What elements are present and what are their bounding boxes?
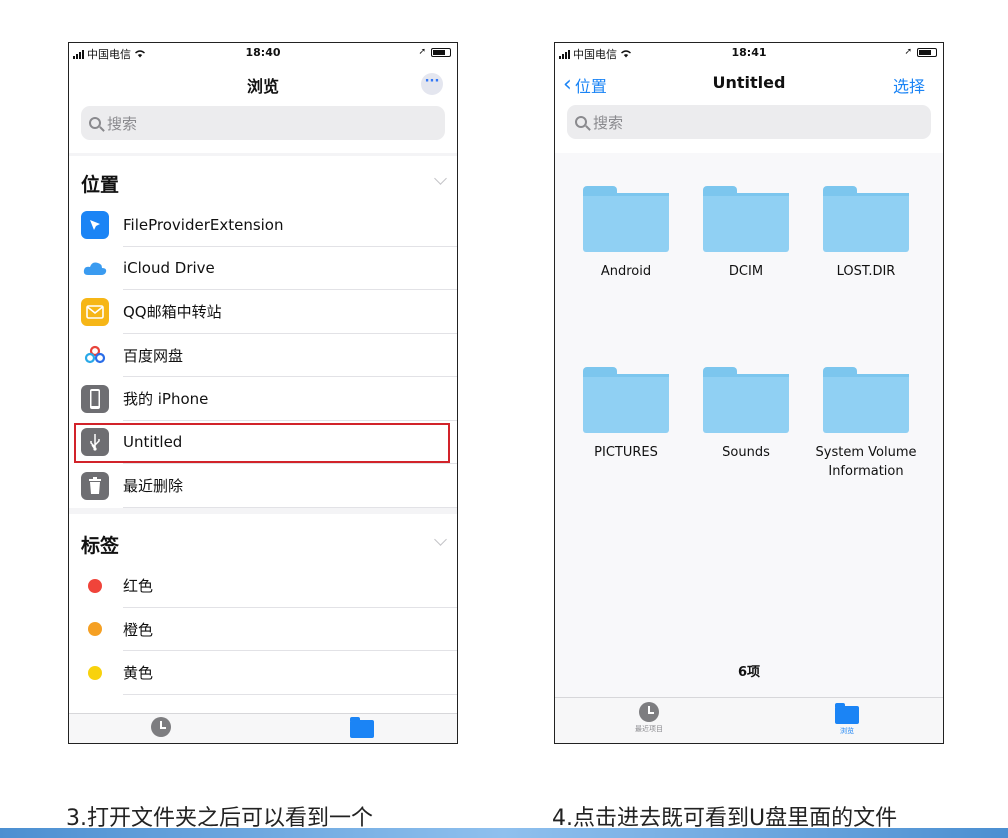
folder-item-lost-dir[interactable]: LOST.DIR <box>811 186 921 281</box>
location-label: 我的 iPhone <box>123 390 209 409</box>
tab-browse[interactable] <box>332 717 392 738</box>
folder-icon <box>703 186 789 252</box>
select-button[interactable]: 选择 <box>893 73 925 97</box>
tag-item-yellow[interactable]: 黄色 <box>69 651 457 695</box>
search-input[interactable]: 搜索 <box>567 105 931 139</box>
tag-label: 红色 <box>123 577 154 596</box>
trash-icon <box>81 471 109 500</box>
folder-name: DCIM <box>728 264 764 279</box>
tab-label: 最近项目 <box>635 725 663 733</box>
tab-label: 浏览 <box>840 727 854 735</box>
tab-browse[interactable]: 浏览 <box>817 703 877 736</box>
divider <box>69 153 457 156</box>
folder-item-dcim[interactable]: DCIM <box>691 186 801 281</box>
battery-icon <box>431 47 451 57</box>
phone-screen-browse: 中国电信 18:40 ➚ 浏览 ··· 搜索 位置 FileProviderEx… <box>68 42 458 744</box>
divider <box>69 508 457 514</box>
page-title: 浏览 <box>246 77 279 96</box>
mail-icon <box>81 297 109 326</box>
search-placeholder: 搜索 <box>107 114 138 133</box>
navigation-bar: 浏览 ··· <box>69 67 457 103</box>
status-time: 18:41 <box>731 46 767 59</box>
more-options-button[interactable]: ··· <box>421 73 443 95</box>
folder-icon <box>583 367 669 433</box>
location-arrow-icon: ➚ <box>904 47 912 57</box>
section-title: 位置 <box>81 174 120 196</box>
folder-name: System Volume Information <box>815 445 917 479</box>
tag-color-dot <box>88 578 102 593</box>
folder-icon <box>350 717 374 738</box>
battery-icon <box>917 47 937 57</box>
tag-color-dot <box>88 622 102 637</box>
location-label: QQ邮箱中转站 <box>123 303 222 322</box>
locations-section-header[interactable]: 位置 <box>81 170 447 197</box>
status-time: 18:40 <box>245 46 281 59</box>
status-bar: 中国电信 18:40 ➚ <box>69 43 457 63</box>
folder-icon <box>583 186 669 252</box>
folder-item-pictures[interactable]: PICTURES <box>571 367 681 462</box>
tag-label: 橙色 <box>123 620 154 639</box>
chevron-down-icon[interactable] <box>434 172 447 185</box>
folder-icon <box>823 186 909 252</box>
section-title: 标签 <box>81 535 120 557</box>
tags-list: 红色 橙色 黄色 <box>69 564 457 695</box>
tag-label: 黄色 <box>123 664 154 683</box>
folder-icon <box>835 703 859 724</box>
chevron-down-icon[interactable] <box>434 533 447 546</box>
tag-item-red[interactable]: 红色 <box>69 564 457 608</box>
location-arrow-icon: ➚ <box>418 47 426 57</box>
folder-item-android[interactable]: Android <box>571 186 681 281</box>
baidu-netdisk-icon <box>81 341 109 369</box>
folder-icon <box>703 367 789 433</box>
search-icon <box>89 117 101 129</box>
tags-section-header[interactable]: 标签 <box>81 531 447 558</box>
folder-icon <box>823 367 909 433</box>
status-bar: 中国电信 18:41 ➚ <box>555 43 943 63</box>
folder-item-sounds[interactable]: Sounds <box>691 367 801 462</box>
search-icon <box>575 116 587 128</box>
location-item-icloud[interactable]: iCloud Drive <box>69 247 457 291</box>
page-title: Untitled <box>712 73 786 92</box>
folder-name: LOST.DIR <box>836 264 896 279</box>
tab-bar: 最近项目 浏览 <box>555 697 943 743</box>
clock-icon <box>639 702 659 722</box>
clock-icon <box>151 717 171 737</box>
folder-name: Sounds <box>722 445 770 460</box>
location-item-recently-deleted[interactable]: 最近删除 <box>69 464 457 508</box>
phone-screen-untitled: 中国电信 18:41 ➚ ‹ 位置 Untitled 选择 搜索 Android… <box>554 42 944 744</box>
navigation-bar: ‹ 位置 Untitled 选择 <box>555 67 943 103</box>
tab-recents[interactable]: 最近项目 <box>619 702 679 734</box>
location-label: FileProviderExtension <box>123 215 284 234</box>
tag-item-orange[interactable]: 橙色 <box>69 608 457 652</box>
location-item-iphone[interactable]: 我的 iPhone <box>69 377 457 421</box>
tab-bar <box>69 713 457 743</box>
location-label: iCloud Drive <box>123 259 215 278</box>
folder-name: Android <box>600 264 652 279</box>
item-count: 6项 <box>737 665 761 680</box>
location-label: 百度网盘 <box>123 346 184 365</box>
folder-item-system-volume-information[interactable]: System Volume Information <box>811 367 921 481</box>
tag-color-dot <box>88 665 102 680</box>
file-provider-icon <box>81 210 109 239</box>
location-item-qqmail[interactable]: QQ邮箱中转站 <box>69 290 457 334</box>
tab-recents[interactable] <box>131 717 191 737</box>
search-input[interactable]: 搜索 <box>81 106 445 140</box>
icloud-icon <box>81 254 109 282</box>
iphone-icon <box>81 384 109 413</box>
folder-name: PICTURES <box>594 445 658 460</box>
location-label: 最近删除 <box>123 477 184 496</box>
search-placeholder: 搜索 <box>593 113 624 132</box>
highlight-box <box>74 423 450 463</box>
location-item-baidu[interactable]: 百度网盘 <box>69 334 457 378</box>
location-item-fileprovider[interactable]: FileProviderExtension <box>69 203 457 247</box>
decorative-bar <box>0 828 1008 838</box>
